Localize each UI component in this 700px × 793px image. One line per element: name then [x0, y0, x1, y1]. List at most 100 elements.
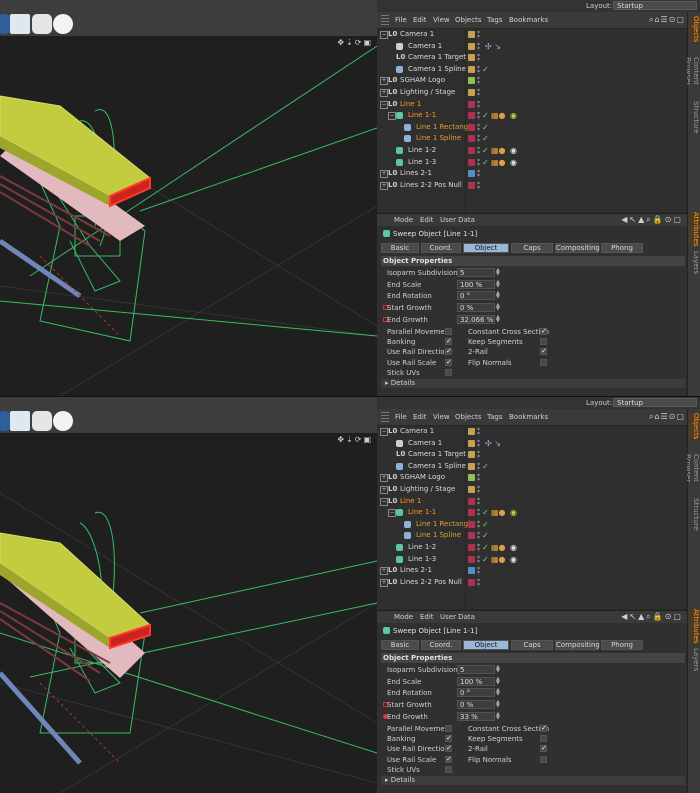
layer-color-swatch[interactable]	[468, 439, 475, 447]
object-manager-toolbar-icons[interactable]: ⌕⌂☰⊙▢	[649, 15, 685, 25]
menu-file[interactable]: File	[395, 413, 407, 421]
am-menu-mode[interactable]: Mode	[394, 613, 413, 621]
object-row[interactable]: − L0 Line 1	[377, 496, 687, 507]
object-row[interactable]: − L0 Camera 1	[377, 29, 687, 40]
visibility-dots[interactable]	[477, 122, 480, 132]
object-name[interactable]: Camera 1	[400, 30, 434, 38]
layer-color-swatch[interactable]	[468, 486, 475, 493]
target-tag-icon[interactable]: ✣ ↘	[485, 42, 501, 51]
visibility-dots[interactable]	[477, 30, 480, 39]
visibility-dots[interactable]	[477, 566, 480, 576]
object-name[interactable]: Camera 1 Target	[408, 450, 466, 458]
details-section[interactable]: ▸ Details	[381, 379, 685, 388]
expand-toggle[interactable]: +	[380, 77, 388, 86]
panel-grip-icon[interactable]	[381, 15, 389, 25]
checkbox[interactable]	[540, 338, 547, 346]
object-name[interactable]: Camera 1	[400, 427, 434, 435]
side-tab-layers[interactable]: Layers	[689, 250, 700, 276]
object-row[interactable]: Line 1 Rectangle ✓	[377, 519, 687, 530]
layer-color-swatch[interactable]	[468, 89, 475, 96]
check-icon[interactable]: ✓	[482, 146, 489, 155]
layer-color-swatch[interactable]	[468, 497, 475, 505]
visibility-dots[interactable]	[477, 111, 480, 121]
panel-grip-icon[interactable]	[381, 412, 389, 422]
property-value-field[interactable]: 32.066 %	[457, 314, 495, 324]
object-row[interactable]: Camera 1 Spline ✓	[377, 64, 687, 75]
expand-toggle[interactable]: −	[380, 100, 388, 109]
layer-color-swatch[interactable]	[468, 578, 475, 586]
object-row[interactable]: + L0 SGHAM Logo	[377, 75, 687, 86]
spinner-arrows-icon[interactable]: ▲ ▼	[496, 291, 500, 300]
checkbox[interactable]: ✓	[540, 725, 547, 732]
material-tag-icon[interactable]: ▦●	[491, 111, 506, 120]
object-row[interactable]: − Line 1-1 ✓ ▦● ◉	[377, 507, 687, 518]
sphere-material-icon[interactable]: ◉	[510, 508, 517, 517]
layer-color-swatch[interactable]	[468, 147, 475, 154]
property-value-field[interactable]: 0 %	[457, 303, 495, 313]
tab-object[interactable]: Object	[463, 640, 509, 650]
object-name[interactable]: SGHAM Logo	[400, 473, 445, 481]
check-icon[interactable]: ✓	[482, 520, 489, 529]
object-name[interactable]: SGHAM Logo	[400, 76, 445, 84]
checkbox[interactable]: ✓	[445, 735, 452, 743]
visibility-dots[interactable]	[477, 76, 480, 86]
check-icon[interactable]: ✓	[482, 134, 489, 143]
object-name[interactable]: Lines 2-1	[400, 566, 432, 574]
expand-toggle[interactable]: −	[380, 428, 388, 436]
layer-color-swatch[interactable]	[468, 462, 475, 470]
layer-color-swatch[interactable]	[468, 520, 475, 528]
details-section[interactable]: ▸ Details	[381, 776, 685, 785]
layer-color-swatch[interactable]	[468, 54, 475, 62]
visibility-dots[interactable]	[477, 496, 480, 506]
attribute-nav-icons[interactable]: ◀↖▲⌕🔒⊙▢	[621, 612, 683, 622]
check-icon[interactable]: ✓	[482, 123, 489, 132]
tab-caps[interactable]: Caps	[511, 640, 553, 650]
sphere-material-icon[interactable]: ◉	[510, 543, 517, 552]
layer-color-swatch[interactable]	[468, 474, 475, 482]
spinner-arrows-icon[interactable]: ▲ ▼	[496, 268, 500, 277]
menu-tags[interactable]: Tags	[487, 16, 503, 24]
object-name[interactable]: Line 1 Spline	[416, 531, 461, 539]
expand-toggle[interactable]: +	[380, 567, 388, 576]
property-value-field[interactable]: 0 °	[457, 291, 495, 301]
side-tab-content-browser[interactable]: Content Browser	[684, 44, 700, 98]
layer-color-swatch[interactable]	[468, 135, 475, 143]
grid-icon[interactable]	[10, 14, 30, 34]
side-tab-objects[interactable]: Objects	[689, 16, 700, 42]
layer-color-swatch[interactable]	[468, 567, 475, 575]
layer-color-swatch[interactable]	[468, 112, 475, 120]
tab-basic[interactable]: Basic	[381, 243, 419, 253]
visibility-dots[interactable]	[477, 169, 480, 179]
visibility-dots[interactable]	[477, 554, 480, 564]
property-value-field[interactable]: 100 %	[457, 279, 495, 289]
light-bulb-icon[interactable]	[53, 14, 73, 34]
checkbox[interactable]	[445, 725, 452, 732]
object-name[interactable]: Lines 2-1	[400, 169, 432, 177]
object-name[interactable]: Line 1 Rectangle	[416, 520, 474, 528]
visibility-dots[interactable]	[477, 461, 480, 471]
expand-toggle[interactable]: +	[380, 578, 388, 587]
spinner-arrows-icon[interactable]: ▲ ▼	[496, 665, 500, 674]
object-name[interactable]: Camera 1 Spline	[408, 65, 466, 73]
tab-basic[interactable]: Basic	[381, 640, 419, 650]
checkbox[interactable]	[540, 755, 547, 763]
layer-color-swatch[interactable]	[468, 158, 475, 166]
spinner-arrows-icon[interactable]: ▲ ▼	[496, 700, 500, 709]
object-row[interactable]: + L0 Lighting / Stage	[377, 87, 687, 98]
sphere-material-icon[interactable]: ◉	[510, 146, 517, 155]
expand-toggle[interactable]: +	[380, 486, 388, 494]
object-row[interactable]: Line 1-3 ✓ ▦● ◉	[377, 554, 687, 565]
visibility-dots[interactable]	[477, 438, 480, 448]
tab-coord[interactable]: Coord.	[421, 243, 461, 253]
property-value-field[interactable]: 0 °	[457, 688, 495, 698]
viewport[interactable]: ✥⇣⟳▣	[0, 0, 377, 396]
grid-icon[interactable]	[10, 411, 30, 431]
menu-bookmarks[interactable]: Bookmarks	[509, 16, 548, 24]
viewport-nav-icons[interactable]: ✥⇣⟳▣	[337, 38, 373, 48]
tab-caps[interactable]: Caps	[511, 243, 553, 253]
property-value-field[interactable]: 5	[457, 268, 495, 277]
checkbox[interactable]	[540, 358, 547, 366]
object-name[interactable]: Line 1 Spline	[416, 134, 461, 142]
object-name[interactable]: Line 1-2	[408, 543, 436, 551]
side-tab-attributes[interactable]: Attributes	[689, 212, 700, 247]
